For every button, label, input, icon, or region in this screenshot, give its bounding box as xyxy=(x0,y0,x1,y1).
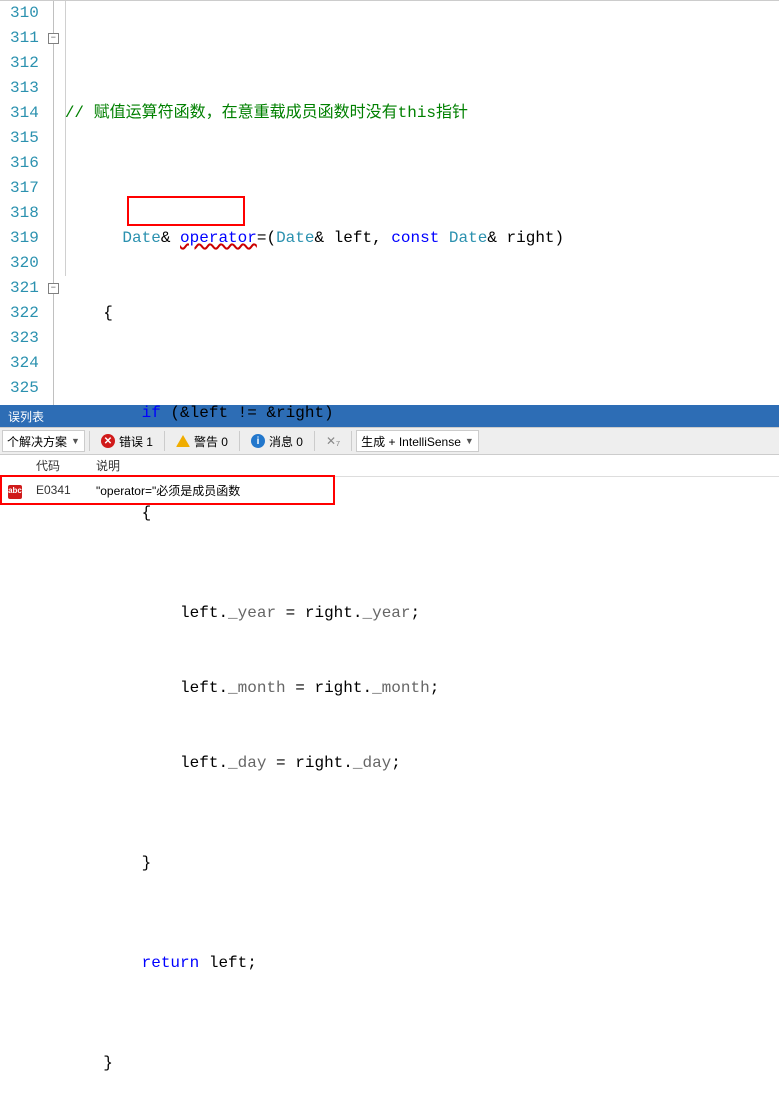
panel-title: 误列表 xyxy=(8,408,44,425)
line-number: 323 xyxy=(10,326,39,351)
line-number: 318 xyxy=(10,201,39,226)
error-description: "operator="必须是成员函数 xyxy=(88,482,248,499)
line-number: 315 xyxy=(10,126,39,151)
line-number: 320 xyxy=(10,251,39,276)
line-number: 311 xyxy=(10,26,39,51)
line-number: 324 xyxy=(10,351,39,376)
annotation-red-box xyxy=(127,196,245,226)
line-number: 312 xyxy=(10,51,39,76)
fold-toggle-icon[interactable] xyxy=(48,33,59,44)
line-number: 322 xyxy=(10,301,39,326)
line-number: 314 xyxy=(10,101,39,126)
code-area[interactable]: // 赋值运算符函数，在意重载成员函数时没有this指针 Date& opera… xyxy=(63,1,564,405)
warning-icon xyxy=(176,435,190,447)
line-number-gutter: 310 311 312 313 314 315 316 317 318 319 … xyxy=(0,1,45,405)
line-number: 313 xyxy=(10,76,39,101)
line-number: 310 xyxy=(10,1,39,26)
error-list-row[interactable]: abc E0341 "operator="必须是成员函数 xyxy=(0,477,779,503)
intellisense-error-icon: abc xyxy=(8,485,22,499)
col-header-code[interactable]: 代码 xyxy=(28,457,88,474)
line-number: 317 xyxy=(10,176,39,201)
line-number: 316 xyxy=(10,151,39,176)
line-number: 319 xyxy=(10,226,39,251)
line-number: 321 xyxy=(10,276,39,301)
error-list-area: 代码 说明 abc E0341 "operator="必须是成员函数 xyxy=(0,455,779,549)
error-code: E0341 xyxy=(28,483,88,497)
scope-label: 个解决方案 xyxy=(7,433,67,450)
fold-toggle-icon[interactable] xyxy=(48,283,59,294)
code-comment: // 赋值运算符函数，在意重载成员函数时没有this指针 xyxy=(65,104,468,122)
col-header-desc[interactable]: 说明 xyxy=(88,457,128,474)
code-line: Date& operator=(Date& left, const Date& … xyxy=(65,201,564,226)
line-number: 325 xyxy=(10,376,39,401)
fold-column xyxy=(45,1,63,405)
error-list-header: 代码 说明 xyxy=(0,455,779,477)
code-editor[interactable]: 310 311 312 313 314 315 316 317 318 319 … xyxy=(0,0,779,405)
